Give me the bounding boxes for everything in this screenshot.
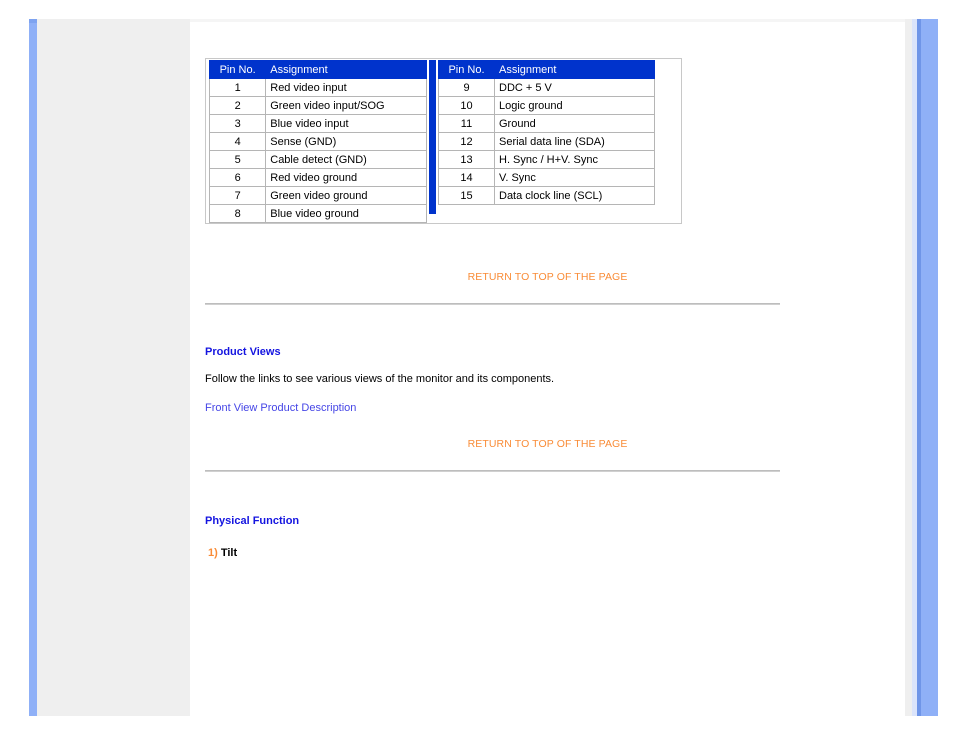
left-blue-rail-cap (29, 19, 37, 23)
table-row: 10 Logic ground (438, 96, 655, 115)
cell-assignment: Blue video ground (265, 204, 427, 223)
table-header-row: Pin No. Assignment (208, 60, 427, 79)
pin-table-right-body: 9 DDC + 5 V 10 Logic ground 11 Ground 12… (438, 78, 655, 205)
col-header-assignment: Assignment (494, 60, 655, 79)
table-row: 6 Red video ground (208, 168, 427, 187)
cell-assignment: H. Sync / H+V. Sync (494, 150, 655, 169)
table-row: 5 Cable detect (GND) (208, 150, 427, 169)
cell-assignment: Green video ground (265, 186, 427, 205)
table-blue-divider-bar (429, 60, 436, 214)
table-row: 3 Blue video input (208, 114, 427, 133)
right-gray-gutter (905, 19, 912, 716)
cell-pin-no: 5 (208, 150, 267, 169)
pin-table-left-wrapper: Pin No. Assignment 1 Red video input 2 G… (208, 59, 427, 223)
physical-function-heading: Physical Function (205, 515, 300, 527)
cell-assignment: Data clock line (SCL) (494, 186, 655, 205)
cell-pin-no: 14 (438, 168, 495, 187)
pin-table-left-body: 1 Red video input 2 Green video input/SO… (208, 78, 427, 223)
product-views-body: Follow the links to see various views of… (205, 373, 555, 385)
physical-function-item-tilt: 1) Tilt (208, 547, 237, 559)
table-row: 7 Green video ground (208, 186, 427, 205)
table-row: 11 Ground (438, 114, 655, 133)
table-row: 15 Data clock line (SCL) (438, 186, 655, 205)
cell-pin-no: 13 (438, 150, 495, 169)
pin-table-left: Pin No. Assignment 1 Red video input 2 G… (208, 60, 427, 223)
cell-pin-no: 2 (208, 96, 267, 115)
cell-pin-no: 11 (438, 114, 495, 133)
table-row: 14 V. Sync (438, 168, 655, 187)
pin-table-right-wrapper: Pin No. Assignment 9 DDC + 5 V 10 Logic … (438, 59, 655, 223)
document-content: Pin No. Assignment 1 Red video input 2 G… (190, 19, 905, 716)
col-header-assignment: Assignment (265, 60, 427, 79)
table-blue-divider (427, 59, 438, 223)
cell-assignment: Serial data line (SDA) (494, 132, 655, 151)
cell-pin-no: 3 (208, 114, 267, 133)
cell-assignment: Blue video input (265, 114, 427, 133)
return-to-top-label[interactable]: RETURN TO TOP OF THE PAGE (468, 438, 628, 450)
cell-assignment: Cable detect (GND) (265, 150, 427, 169)
return-to-top-link-2[interactable]: RETURN TO TOP OF THE PAGE (205, 438, 890, 450)
table-row: 1 Red video input (208, 78, 427, 97)
table-row: 13 H. Sync / H+V. Sync (438, 150, 655, 169)
table-row: 2 Green video input/SOG (208, 96, 427, 115)
cell-assignment: DDC + 5 V (494, 78, 655, 97)
front-view-product-description-link[interactable]: Front View Product Description (205, 402, 356, 414)
cell-assignment: Sense (GND) (265, 132, 427, 151)
right-blue-rail (921, 19, 938, 716)
cell-assignment: Green video input/SOG (265, 96, 427, 115)
col-header-pin-no: Pin No. (208, 60, 267, 79)
list-item-label: Tilt (220, 547, 238, 559)
cell-pin-no: 7 (208, 186, 267, 205)
cell-pin-no: 8 (208, 204, 267, 223)
table-row: 9 DDC + 5 V (438, 78, 655, 97)
cell-assignment: Red video ground (265, 168, 427, 187)
table-header-row: Pin No. Assignment (438, 60, 655, 79)
cell-assignment: Ground (494, 114, 655, 133)
list-item-number: 1) (208, 547, 218, 559)
cell-pin-no: 12 (438, 132, 495, 151)
pin-table-right: Pin No. Assignment 9 DDC + 5 V 10 Logic … (438, 60, 655, 205)
table-row: 8 Blue video ground (208, 204, 427, 223)
section-divider-2 (205, 470, 780, 472)
cell-pin-no: 15 (438, 186, 495, 205)
cell-assignment: Logic ground (494, 96, 655, 115)
cell-assignment: V. Sync (494, 168, 655, 187)
cell-pin-no: 4 (208, 132, 267, 151)
cell-pin-no: 9 (438, 78, 495, 97)
section-divider-1 (205, 303, 780, 305)
table-right-padding (655, 59, 658, 223)
table-row: 4 Sense (GND) (208, 132, 427, 151)
product-views-heading: Product Views (205, 346, 281, 358)
col-header-pin-no: Pin No. (438, 60, 495, 79)
pin-assignment-table-container: Pin No. Assignment 1 Red video input 2 G… (205, 58, 682, 224)
cell-pin-no: 10 (438, 96, 495, 115)
return-to-top-label[interactable]: RETURN TO TOP OF THE PAGE (468, 271, 628, 283)
return-to-top-link-1[interactable]: RETURN TO TOP OF THE PAGE (205, 271, 890, 283)
cell-pin-no: 6 (208, 168, 267, 187)
left-blue-rail (29, 19, 37, 716)
cell-pin-no: 1 (208, 78, 267, 97)
table-row: 12 Serial data line (SDA) (438, 132, 655, 151)
cell-assignment: Red video input (265, 78, 427, 97)
